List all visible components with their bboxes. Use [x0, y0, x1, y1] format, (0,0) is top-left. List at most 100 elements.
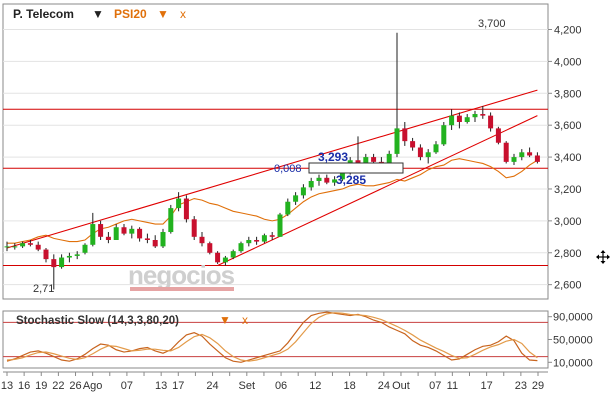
y-tick-label: 2,800	[554, 248, 582, 260]
candle-body	[199, 236, 205, 244]
compare-label[interactable]: PSI20	[114, 7, 147, 21]
candle-body	[160, 232, 166, 247]
x-tick-label: 22	[52, 380, 64, 392]
candle-body	[308, 181, 314, 188]
candle-body	[425, 152, 431, 158]
symbol-dropdown-icon[interactable]: ▼	[92, 7, 104, 21]
candle	[238, 241, 244, 253]
stochastic-close-icon[interactable]: x	[242, 313, 248, 327]
candle	[215, 251, 221, 264]
x-tick-label: Out	[392, 380, 410, 392]
candle-body	[519, 152, 525, 158]
stock-chart: negocios 2,6002,8003,0003,2003,4003,6003…	[1, 3, 610, 392]
candle-body	[222, 257, 228, 263]
low-label: 2,71	[33, 283, 54, 295]
measure-value: 0,008	[274, 163, 302, 175]
candle-body	[207, 243, 213, 253]
candle	[168, 204, 174, 234]
candle-body	[12, 246, 18, 248]
x-tick-label: 11	[447, 380, 458, 392]
y-tick-label: 2,600	[554, 280, 582, 292]
candle	[277, 212, 283, 237]
candle-body	[74, 254, 80, 256]
x-tick-label: 23	[515, 380, 527, 392]
y-tick-label: 3,200	[554, 184, 582, 196]
x-tick-label: 24	[378, 380, 390, 392]
candle-body	[35, 244, 41, 250]
candle-body	[113, 227, 119, 240]
x-tick-label: 06	[275, 380, 287, 392]
candle-body	[417, 147, 423, 158]
price-panel	[2, 3, 549, 300]
candle-body	[254, 240, 260, 242]
candle-body	[394, 128, 400, 154]
candle-body	[261, 235, 267, 242]
symbol-label[interactable]: P. Telecom	[13, 7, 74, 21]
candle	[495, 126, 501, 145]
candle-body	[66, 255, 72, 258]
stochastic-y-tick-label: 10,0000	[553, 357, 593, 369]
candle-body	[129, 228, 135, 234]
candle-body	[495, 128, 501, 143]
stochastic-y-tick-label: 90,0000	[553, 312, 593, 324]
x-tick-label: 29	[532, 380, 544, 392]
candle-body	[43, 249, 49, 260]
candle-body	[402, 128, 408, 142]
x-tick-label: 19	[35, 380, 47, 392]
x-tick-label: 17	[172, 380, 184, 392]
candle-body	[488, 115, 494, 129]
candle-body	[27, 243, 33, 245]
candle-body	[191, 219, 197, 237]
candle-body	[98, 224, 104, 237]
x-tick-label: 16	[18, 380, 30, 392]
candle-body	[152, 240, 158, 247]
x-tick-label: Ago	[83, 380, 103, 392]
candle-body	[480, 114, 486, 116]
stochastic-label[interactable]: Stochastic Slow (14,3,3,80,20)	[16, 315, 179, 327]
candle-body	[472, 114, 478, 118]
candle-body	[183, 198, 189, 220]
x-tick-label: 26	[69, 380, 81, 392]
high-label: 3,700	[478, 18, 506, 30]
measure-upper: 3,293	[318, 150, 348, 164]
candle-body	[449, 115, 455, 126]
stochastic-dropdown-icon[interactable]: ▼	[219, 313, 231, 327]
candle-body	[293, 195, 299, 202]
compare-close-icon[interactable]: x	[180, 7, 186, 21]
candle-body	[511, 157, 517, 162]
candle-body	[371, 157, 377, 162]
x-tick-label: 17	[480, 380, 492, 392]
candle	[441, 122, 447, 146]
crosshair-cursor-icon	[596, 250, 610, 264]
candle	[183, 195, 189, 223]
candle-body	[238, 243, 244, 252]
candle-body	[121, 227, 127, 234]
candle-body	[59, 257, 65, 268]
x-tick-label: 07	[429, 380, 441, 392]
y-tick-label: 3,600	[554, 120, 582, 132]
candle-body	[105, 236, 111, 240]
candle-body	[230, 251, 236, 258]
x-tick-label: 18	[343, 380, 355, 392]
x-tick-label: 12	[309, 380, 321, 392]
candle-body	[441, 125, 447, 145]
candle	[191, 216, 197, 240]
x-tick-label: 13	[155, 380, 167, 392]
y-tick-label: 3,800	[554, 88, 582, 100]
candle-body	[433, 144, 439, 153]
candle-body	[82, 244, 88, 253]
x-axis: 13 16 19 22 26 Ago 07 13 17 24 Set 06 12 18 24 Out 07 11 1…	[1, 371, 548, 392]
candle-body	[324, 177, 330, 183]
candle-body	[269, 235, 275, 237]
y-tick-label: 3,000	[554, 216, 582, 228]
watermark-underline	[130, 287, 234, 291]
candle-body	[20, 243, 26, 247]
candle-body	[51, 259, 57, 268]
y-tick-label: 3,400	[554, 152, 582, 164]
price-y-axis: 2,600 2,800 3,000 3,200 3,400 3,600 3,800 4,000…	[548, 25, 582, 292]
candle-body	[300, 187, 306, 196]
candle-body	[246, 240, 252, 244]
compare-dropdown-icon[interactable]: ▼	[157, 7, 169, 21]
candle-body	[527, 152, 533, 156]
candle-body	[144, 238, 150, 240]
